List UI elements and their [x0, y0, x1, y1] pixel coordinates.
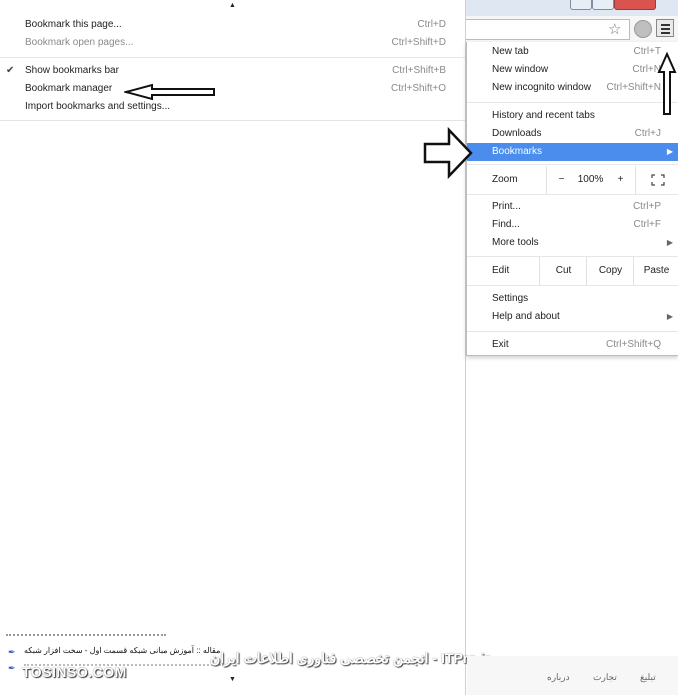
menu-item-label: History and recent tabs — [492, 110, 595, 121]
toolbar: ☆ — [466, 16, 678, 43]
maximize-button[interactable] — [592, 0, 614, 10]
pen-icon: ✒ — [8, 647, 16, 657]
watermark-itpro: ITPro.ir - انجمن تخصصی فناوری اطلاعات ای… — [210, 650, 491, 666]
menu-item-label: New tab — [492, 46, 529, 57]
menu-item-shortcut: Ctrl+Shift+O — [390, 83, 446, 94]
menu-item-label: Bookmark open pages... — [25, 37, 134, 48]
menu-separator — [0, 57, 465, 58]
menu-item-shortcut: Ctrl+J — [634, 128, 661, 139]
footer-link[interactable]: تجارت — [593, 672, 617, 683]
menu-item-label: Settings — [492, 293, 529, 304]
menu-separator — [467, 194, 678, 195]
fullscreen-icon — [650, 174, 665, 186]
menu-separator — [467, 331, 678, 332]
submenu-arrow-icon: ▶ — [666, 147, 673, 156]
annotation-arrow-icon — [423, 127, 473, 179]
menu-separator — [0, 120, 465, 121]
window-titlebar — [466, 0, 678, 17]
menu-item-new-tab[interactable]: New tab Ctrl+T — [467, 43, 678, 61]
menu-item-print[interactable]: Print... Ctrl+P — [467, 198, 678, 216]
menu-item-label: Find... — [492, 219, 520, 230]
footer-link[interactable]: تبلیغ — [640, 672, 656, 683]
pen-icon: ✒ — [8, 663, 16, 673]
check-icon: ✔ — [6, 65, 15, 76]
paste-button[interactable]: Paste — [633, 257, 678, 285]
menu-item-new-incognito-window[interactable]: New incognito window Ctrl+Shift+N — [467, 79, 678, 97]
page-footer: تبلیغ تجارت درباره — [467, 656, 678, 695]
footer-link[interactable]: درباره — [547, 672, 570, 683]
star-icon[interactable]: ☆ — [608, 20, 621, 38]
menu-item-shortcut: Ctrl+D — [417, 19, 446, 30]
menu-item-label: Show bookmarks bar — [25, 65, 119, 76]
submenu-arrow-icon: ▶ — [666, 238, 673, 247]
omnibox[interactable] — [466, 19, 630, 40]
menu-item-find[interactable]: Find... Ctrl+F — [467, 216, 678, 234]
bookmarks-submenu: ▲ Bookmark this page... Ctrl+D Bookmark … — [0, 0, 466, 695]
menu-item-label: Bookmark manager — [25, 83, 113, 94]
menu-item-shortcut: Ctrl+Shift+N — [606, 82, 661, 93]
menu-row-edit: Edit Cut Copy Paste — [467, 257, 678, 285]
menu-row-zoom: Zoom − 100% + — [467, 166, 678, 194]
zoom-level: 100% — [577, 174, 604, 185]
menu-item-help[interactable]: Help and about ▶ — [467, 308, 678, 326]
menu-item-show-bookmarks-bar[interactable]: ✔ Show bookmarks bar Ctrl+Shift+B — [0, 62, 465, 80]
menu-item-settings[interactable]: Settings — [467, 290, 678, 308]
menu-item-more-tools[interactable]: More tools ▶ — [467, 234, 678, 252]
menu-item-label: More tools — [492, 237, 539, 248]
menu-item-label: Bookmark this page... — [25, 19, 122, 30]
scroll-down-icon[interactable]: ▼ — [229, 676, 236, 683]
fullscreen-button[interactable] — [635, 166, 678, 194]
menu-item-history[interactable]: History and recent tabs — [467, 107, 678, 125]
menu-item-bookmark-manager[interactable]: Bookmark manager Ctrl+Shift+O — [0, 80, 465, 98]
menu-item-label: New window — [492, 64, 549, 75]
menu-item-bookmark-this-page[interactable]: Bookmark this page... Ctrl+D — [0, 16, 465, 34]
menu-item-label: Print... — [492, 201, 521, 212]
article-link[interactable]: مقاله :: آموزش مبانی شبکه قسمت اول - سخت… — [24, 646, 220, 655]
menu-separator — [467, 102, 678, 103]
menu-item-label: Zoom — [492, 174, 518, 185]
menu-item-exit[interactable]: Exit Ctrl+Shift+Q — [467, 336, 678, 354]
menu-item-new-window[interactable]: New window Ctrl+N — [467, 61, 678, 79]
hamburger-menu-icon[interactable] — [656, 19, 674, 37]
menu-item-shortcut: Ctrl+F — [633, 219, 662, 230]
watermark-tosinso: TOSINSO.COM — [22, 664, 127, 680]
zoom-in-button[interactable]: + — [606, 166, 635, 194]
menu-item-bookmark-open-pages[interactable]: Bookmark open pages... Ctrl+Shift+D — [0, 34, 465, 52]
cut-button[interactable]: Cut — [539, 257, 587, 285]
annotation-arrow-icon — [124, 83, 215, 101]
menu-separator — [467, 285, 678, 286]
menu-item-label: Exit — [492, 339, 509, 350]
menu-item-label: Bookmarks — [492, 146, 543, 157]
copy-button[interactable]: Copy — [586, 257, 634, 285]
menu-item-label: Help and about — [492, 311, 560, 322]
submenu-arrow-icon: ▶ — [666, 312, 673, 321]
menu-item-shortcut: Ctrl+Shift+D — [391, 37, 446, 48]
menu-item-bookmarks[interactable]: Bookmarks ▶ — [467, 143, 678, 161]
scroll-up-icon[interactable]: ▲ — [229, 2, 236, 9]
menu-item-import-bookmarks[interactable]: Import bookmarks and settings... — [0, 98, 465, 116]
zoom-out-button[interactable]: − — [546, 166, 576, 194]
globe-icon[interactable] — [634, 20, 652, 38]
menu-item-shortcut: Ctrl+P — [632, 201, 661, 212]
page-fragment-line — [6, 634, 166, 639]
menu-item-downloads[interactable]: Downloads Ctrl+J — [467, 125, 678, 143]
close-button[interactable] — [614, 0, 656, 10]
annotation-arrow-icon — [657, 52, 677, 115]
menu-item-shortcut: Ctrl+Shift+Q — [605, 339, 661, 350]
menu-item-shortcut: Ctrl+Shift+B — [392, 65, 446, 76]
menu-item-label: Downloads — [492, 128, 542, 139]
menu-separator — [467, 164, 678, 165]
chrome-main-menu: New tab Ctrl+T New window Ctrl+N New inc… — [466, 42, 678, 356]
menu-item-label: New incognito window — [492, 82, 591, 93]
menu-item-label: Edit — [492, 265, 510, 276]
minimize-button[interactable] — [570, 0, 592, 10]
